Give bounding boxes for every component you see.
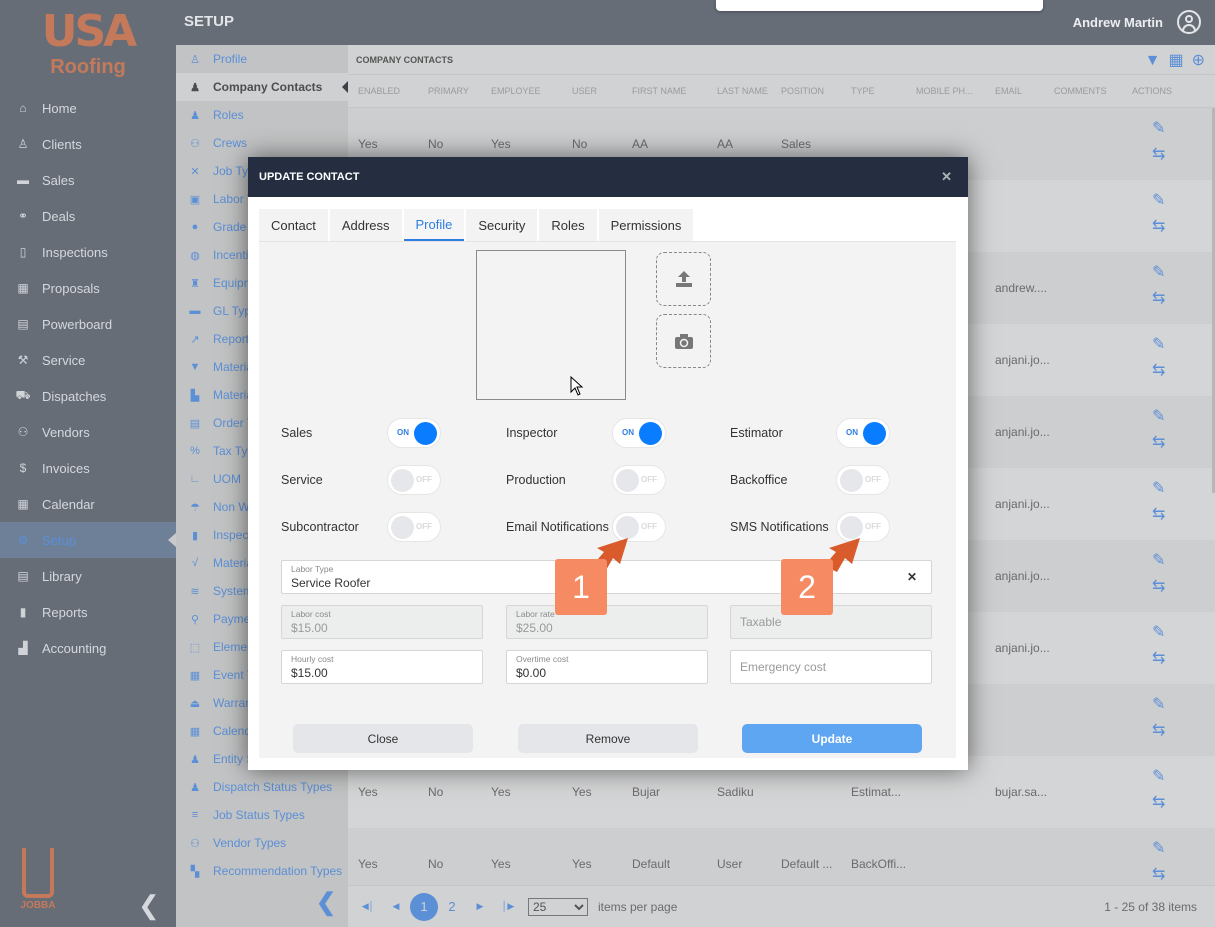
annotation-arrows (592, 538, 860, 572)
annotation-callout-2: 2 (781, 559, 833, 615)
annotation-callout-1: 1 (555, 559, 607, 615)
